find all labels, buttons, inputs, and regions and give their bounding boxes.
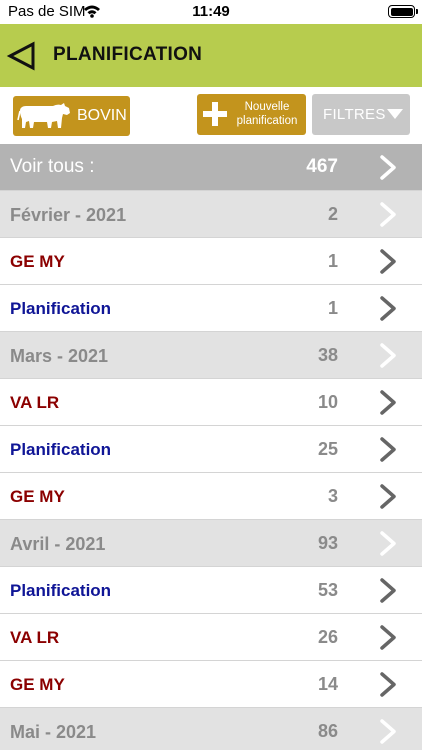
chevron-right-icon[interactable] xyxy=(378,248,398,275)
chevron-right-icon[interactable] xyxy=(378,577,398,604)
row-label: Voir tous : xyxy=(10,156,95,177)
chevron-right-icon[interactable] xyxy=(378,295,398,322)
species-button[interactable]: BOVIN xyxy=(13,96,130,136)
chevron-down-icon xyxy=(387,109,403,119)
toolbar: BOVIN Nouvelle planification FILTRES xyxy=(0,87,422,144)
list-item-category[interactable]: Planification 53 xyxy=(0,567,422,614)
row-label: Planification xyxy=(10,440,112,459)
row-label: GE MY xyxy=(10,252,65,271)
row-count: 467 xyxy=(306,156,338,177)
clock: 11:49 xyxy=(192,3,230,20)
chevron-right-icon[interactable] xyxy=(378,389,398,416)
row-count: 93 xyxy=(317,533,338,553)
battery-tip xyxy=(416,9,418,14)
row-label: VA LR xyxy=(10,393,60,412)
chevron-right-icon[interactable] xyxy=(378,436,398,463)
new-planification-button[interactable]: Nouvelle planification xyxy=(197,94,306,135)
list-item-category[interactable]: Planification 1 xyxy=(0,285,422,332)
list-item-category[interactable]: GE MY 1 xyxy=(0,238,422,285)
back-triangle-icon[interactable] xyxy=(6,41,38,71)
row-label: Février - 2021 xyxy=(10,205,127,225)
page-title: PLANIFICATION xyxy=(53,44,203,65)
row-count: 53 xyxy=(317,580,338,600)
plus-icon xyxy=(203,102,227,126)
nav-bar: PLANIFICATION xyxy=(0,24,422,87)
chevron-right-icon[interactable] xyxy=(378,671,398,698)
list-item-category[interactable]: VA LR 26 xyxy=(0,614,422,661)
new-planification-label: Nouvelle planification xyxy=(230,100,304,128)
chevron-right-icon[interactable] xyxy=(378,718,398,745)
row-count: 1 xyxy=(327,298,338,318)
new-label-line1: Nouvelle xyxy=(244,101,290,113)
row-label: Avril - 2021 xyxy=(10,534,106,554)
row-label: Mars - 2021 xyxy=(10,346,109,366)
list-item-category[interactable]: GE MY 3 xyxy=(0,473,422,520)
row-count: 14 xyxy=(317,674,338,694)
new-label-line2: planification xyxy=(236,115,298,127)
row-label: Planification xyxy=(10,299,112,318)
list-item-month-header[interactable]: Mai - 2021 86 xyxy=(0,708,422,750)
row-count: 2 xyxy=(327,204,338,224)
list-item-all[interactable]: Voir tous : 467 xyxy=(0,144,422,191)
chevron-right-icon[interactable] xyxy=(378,342,398,369)
list-item-category[interactable]: Planification 25 xyxy=(0,426,422,473)
row-label: VA LR xyxy=(10,628,60,647)
row-label: GE MY xyxy=(10,675,65,694)
status-bar: Pas de SIM 11:49 xyxy=(0,0,422,24)
chevron-right-icon[interactable] xyxy=(378,624,398,651)
list-item-month-header[interactable]: Avril - 2021 93 xyxy=(0,520,422,567)
row-label: Mai - 2021 xyxy=(10,722,97,742)
filters-button[interactable]: FILTRES xyxy=(312,94,410,135)
chevron-right-icon[interactable] xyxy=(378,483,398,510)
battery-icon xyxy=(388,5,415,18)
chevron-right-icon[interactable] xyxy=(378,530,398,557)
row-count: 25 xyxy=(317,439,338,459)
row-count: 26 xyxy=(317,627,338,647)
row-count: 1 xyxy=(327,251,338,271)
row-count: 86 xyxy=(317,721,338,741)
row-label: Planification xyxy=(10,581,112,600)
row-count: 38 xyxy=(317,345,338,365)
list-item-month-header[interactable]: Février - 2021 2 xyxy=(0,191,422,238)
species-label: BOVIN xyxy=(77,107,127,124)
row-label: GE MY xyxy=(10,487,65,506)
planification-list: Voir tous :467 Février - 2021 2 GE MY 1 Plani… xyxy=(0,144,422,750)
cow-icon xyxy=(17,103,70,128)
chevron-right-icon[interactable] xyxy=(378,201,398,228)
list-item-month-header[interactable]: Mars - 2021 38 xyxy=(0,332,422,379)
list-item-category[interactable]: GE MY 14 xyxy=(0,661,422,708)
chevron-right-icon[interactable] xyxy=(378,154,398,181)
list-item-category[interactable]: VA LR 10 xyxy=(0,379,422,426)
filters-label: FILTRES xyxy=(323,106,386,123)
row-count: 10 xyxy=(317,392,338,412)
row-count: 3 xyxy=(327,486,338,506)
